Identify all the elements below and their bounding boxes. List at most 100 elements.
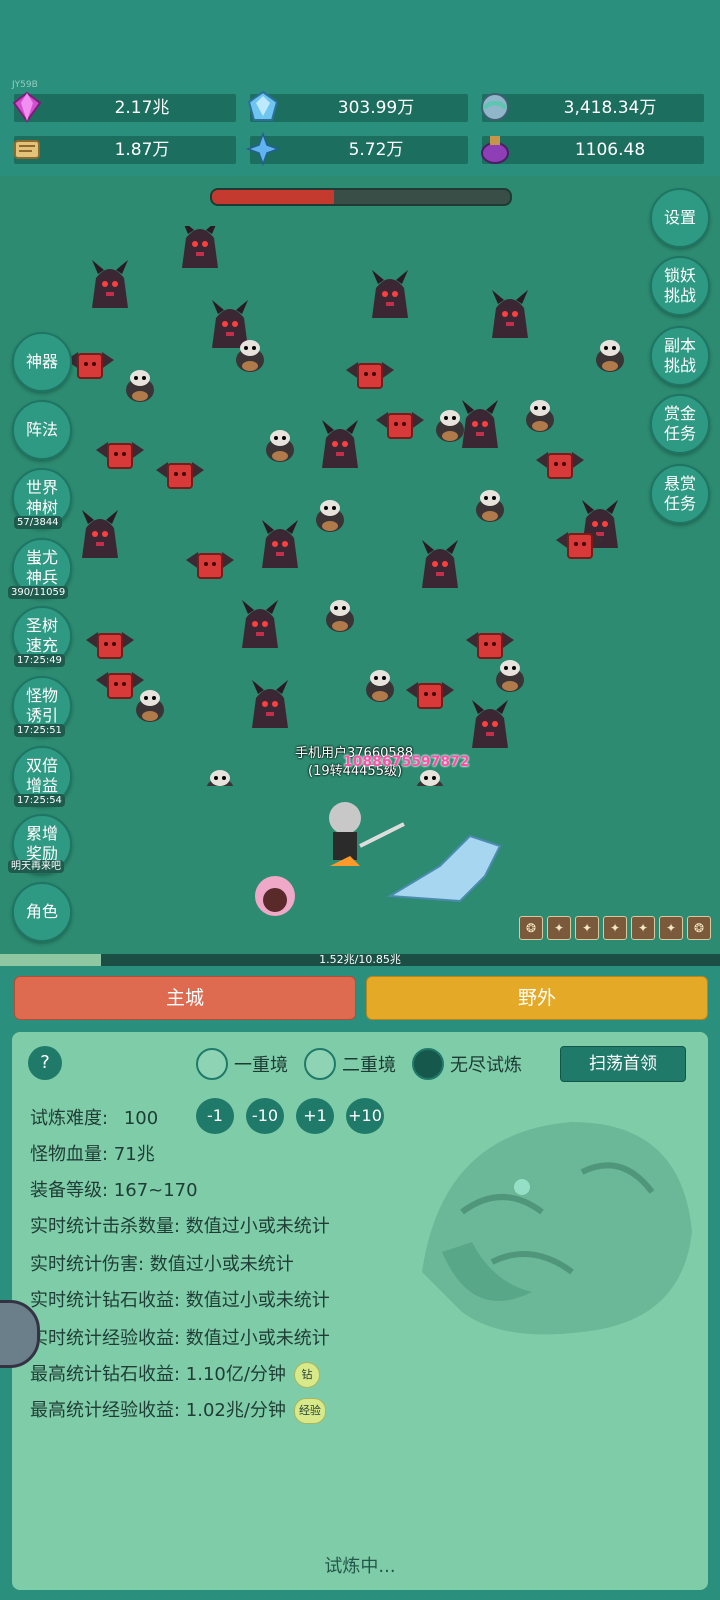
trial-status: 试炼中... xyxy=(324,1556,396,1577)
button-label: 锁妖挑战 xyxy=(663,266,696,305)
best-diamond-row: 最高统计钻石收益: 1.10亿/分钟钻 xyxy=(30,1360,320,1388)
reward-task-button[interactable]: 悬赏任务 xyxy=(650,464,710,524)
button-label: 累增奖励 xyxy=(25,824,58,863)
help-button[interactable]: ? xyxy=(28,1046,62,1080)
radio-button[interactable] xyxy=(304,1048,336,1080)
radio-button-selected[interactable] xyxy=(412,1048,444,1080)
button-label: 阵法 xyxy=(25,420,58,439)
scroll-icon xyxy=(14,140,40,159)
button-label: 悬赏任务 xyxy=(663,474,696,513)
button-label: 怪物诱引 xyxy=(25,686,58,725)
mode-first-realm[interactable]: 一重境 xyxy=(196,1048,288,1080)
mode-label: 一重境 xyxy=(234,1055,288,1076)
resource-ice-shard: 5.72万 xyxy=(246,132,468,166)
button-label: 赏金任务 xyxy=(663,404,696,443)
sweep-boss-button[interactable]: 扫荡首领 xyxy=(560,1046,686,1082)
diamond-tag-icon: 钻 xyxy=(293,1362,320,1388)
boss-health-bar xyxy=(210,188,512,206)
settings-button[interactable]: 设置 xyxy=(650,188,710,248)
boss-health-fill xyxy=(212,190,335,204)
resource-diamond: 2.17兆 xyxy=(12,91,236,123)
trial-stats: 试炼难度: 100 -1 -10 +1 +10 怪物血量: 71兆 装备等级: … xyxy=(20,1092,700,1528)
double-buff-timer: 17:25:54 xyxy=(14,794,65,807)
trial-card: ? 一重境 二重境 无尽试炼 扫荡首领 试炼难度: 100 -1 -10 +1 … xyxy=(12,1032,708,1590)
button-label: 圣树速充 xyxy=(25,616,58,655)
resource-value: 303.99万 xyxy=(337,98,415,118)
realtime-kills-row: 实时统计击杀数量: 数值过小或未统计 xyxy=(30,1216,330,1237)
monster-hp-row: 怪物血量: 71兆 xyxy=(30,1144,155,1165)
character-button[interactable]: 角色 xyxy=(12,882,72,942)
skill-bar: ❂ ✦ ✦ ✦ ✦ ✦ ❂ xyxy=(519,916,711,940)
button-label: 角色 xyxy=(25,902,58,921)
battle-field[interactable]: 神器 阵法 世界神树 57/3844 蚩尤神兵 390/11059 圣树速充 1… xyxy=(0,176,720,966)
orb-icon xyxy=(481,93,509,121)
resource-scroll: 1.87万 xyxy=(14,136,236,164)
artifact-button[interactable]: 神器 xyxy=(12,332,72,392)
formation-button[interactable]: 阵法 xyxy=(12,400,72,460)
button-label: 世界神树 xyxy=(25,478,58,517)
resource-value: 1106.48 xyxy=(574,140,646,160)
button-label: 设置 xyxy=(663,208,696,227)
button-label: 蚩尤神兵 xyxy=(25,548,58,587)
difficulty-label: 试炼难度: xyxy=(30,1108,109,1129)
resource-value: 5.72万 xyxy=(348,140,404,160)
crystal-icon xyxy=(247,90,279,121)
best-exp-row: 最高统计经验收益: 1.02兆/分钟 经验 xyxy=(30,1396,326,1424)
bounty-gold-task-button[interactable]: 赏金任务 xyxy=(650,394,710,454)
world-tree-progress: 57/3844 xyxy=(14,516,62,529)
mode-second-realm[interactable]: 二重境 xyxy=(304,1048,396,1080)
monster-horde xyxy=(65,226,624,786)
pink-companion xyxy=(255,876,295,916)
difficulty-row: 试炼难度: 100 xyxy=(30,1104,158,1130)
ice-dragon-pet xyxy=(386,834,502,903)
chiyou-weapon-progress: 390/11059 xyxy=(8,586,69,599)
difficulty-minus-1-button[interactable]: -1 xyxy=(196,1098,234,1134)
realtime-damage-row: 实时统计伤害: 数值过小或未统计 xyxy=(30,1254,294,1275)
button-label: 双倍增益 xyxy=(25,756,58,795)
resource-value: 3,418.34万 xyxy=(563,98,657,118)
potion-icon xyxy=(481,136,509,164)
resource-bar: JY59B 2.17兆 303.99万 3,418.34万 1.87万 5.72… xyxy=(0,0,720,176)
best-exp-text: 最高统计经验收益: 1.02兆/分钟 xyxy=(30,1400,286,1421)
skill-slot-icon[interactable]: ✦ xyxy=(603,916,627,940)
equipment-level-row: 装备等级: 167~170 xyxy=(30,1180,198,1201)
ice-shard-icon xyxy=(246,132,280,166)
realtime-exp-row: 实时统计经验收益: 数值过小或未统计 xyxy=(30,1328,330,1349)
resource-potion: 1106.48 xyxy=(481,136,704,164)
bottom-panel: 主城 野外 ? 一重境 二重境 无尽试炼 扫荡首领 试炼难度: 100 -1 -… xyxy=(0,966,720,1600)
button-label: 副本挑战 xyxy=(663,336,696,375)
cumulative-reward-status: 明天再来吧 xyxy=(8,860,64,873)
exp-text: 1.52兆/10.85兆 xyxy=(319,953,401,966)
damage-number: 1088675597872 xyxy=(343,754,470,770)
tab-wilderness[interactable]: 野外 xyxy=(366,976,708,1020)
realtime-diamond-row: 实时统计钻石收益: 数值过小或未统计 xyxy=(30,1290,330,1311)
resource-orb: 3,418.34万 xyxy=(481,93,704,122)
mode-endless-trial[interactable]: 无尽试炼 xyxy=(412,1048,522,1080)
skill-slot-icon[interactable]: ✦ xyxy=(631,916,655,940)
skill-slot-icon[interactable]: ❂ xyxy=(519,916,543,940)
diamond-icon xyxy=(12,91,42,123)
mode-label: 二重境 xyxy=(342,1055,396,1076)
tab-main-city[interactable]: 主城 xyxy=(14,976,356,1020)
difficulty-plus-1-button[interactable]: +1 xyxy=(296,1098,334,1134)
version-label: JY59B xyxy=(12,80,38,90)
dungeon-challenge-button[interactable]: 副本挑战 xyxy=(650,326,710,386)
resource-value: 1.87万 xyxy=(114,140,170,160)
mode-label: 无尽试炼 xyxy=(450,1055,522,1076)
difficulty-value: 100 xyxy=(123,1108,159,1129)
radio-button[interactable] xyxy=(196,1048,228,1080)
resource-value: 2.17兆 xyxy=(114,98,170,118)
button-label: 神器 xyxy=(25,352,58,371)
skill-slot-icon[interactable]: ✦ xyxy=(575,916,599,940)
best-diamond-text: 最高统计钻石收益: 1.10亿/分钟 xyxy=(30,1364,286,1385)
monster-lure-timer: 17:25:51 xyxy=(14,724,65,737)
resource-crystal: 303.99万 xyxy=(247,90,468,122)
skill-slot-icon[interactable]: ✦ xyxy=(659,916,683,940)
exp-tag-icon: 经验 xyxy=(293,1398,326,1424)
demon-lock-challenge-button[interactable]: 锁妖挑战 xyxy=(650,256,710,316)
difficulty-minus-10-button[interactable]: -10 xyxy=(246,1098,284,1134)
skill-slot-icon[interactable]: ❂ xyxy=(687,916,711,940)
skill-slot-icon[interactable]: ✦ xyxy=(547,916,571,940)
tiger-illustration-icon xyxy=(422,1122,692,1335)
difficulty-plus-10-button[interactable]: +10 xyxy=(346,1098,384,1134)
